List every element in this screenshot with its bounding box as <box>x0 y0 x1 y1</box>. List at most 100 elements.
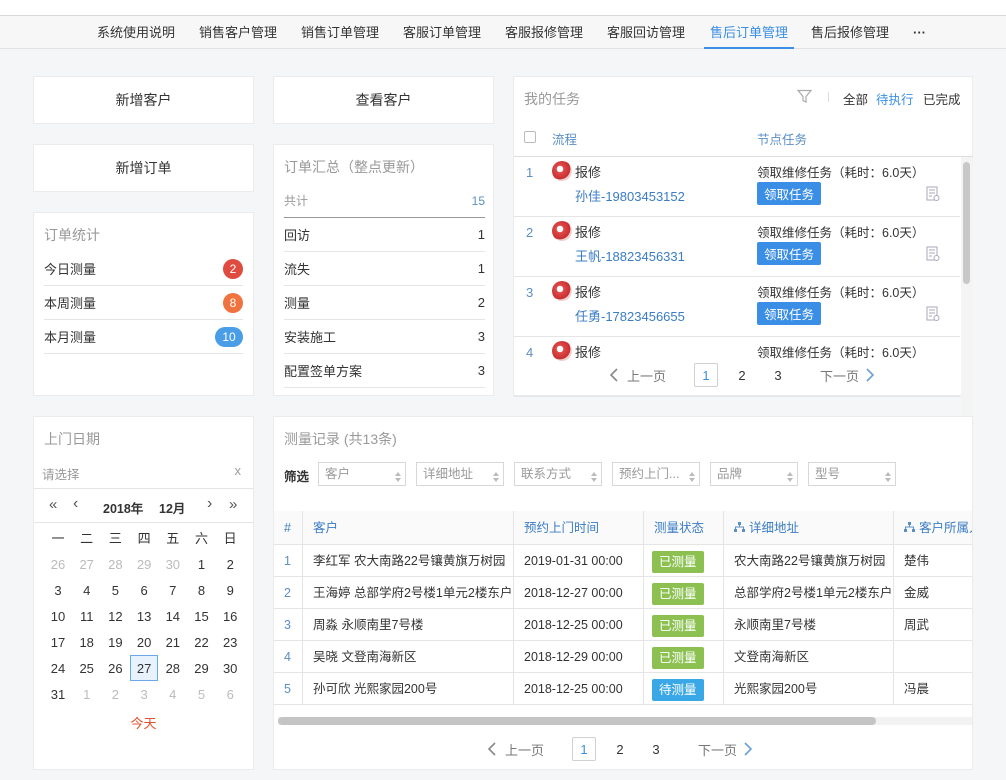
col-header-4[interactable]: 详细地址 <box>724 511 894 545</box>
cell-customer[interactable]: 李红军 农大南路22号镶黄旗万树园 <box>303 545 514 577</box>
records-prev-button[interactable]: 上一页 <box>505 740 544 759</box>
date-clear-button[interactable]: x <box>235 463 242 478</box>
nav-item-0[interactable]: 系统使用说明 <box>97 16 175 49</box>
tasks-prev-icon[interactable] <box>609 367 621 383</box>
document-icon[interactable] <box>926 186 940 202</box>
calendar-day[interactable]: 27 <box>130 655 159 681</box>
calendar-day[interactable]: 16 <box>216 603 244 629</box>
add-order-button[interactable]: 新增订单 <box>33 144 254 192</box>
next-month-button[interactable]: › <box>207 495 212 513</box>
claim-task-button[interactable]: 领取任务 <box>757 182 821 205</box>
nav-item-4[interactable]: 客服报修管理 <box>505 16 583 49</box>
calendar-day[interactable]: 6 <box>130 577 158 603</box>
nav-item-1[interactable]: 销售客户管理 <box>199 16 277 49</box>
tasks-scroll-thumb[interactable] <box>963 162 970 284</box>
col-header-0[interactable]: # <box>274 511 303 545</box>
tasks-next-icon[interactable] <box>865 367 877 383</box>
calendar-day[interactable]: 8 <box>188 577 216 603</box>
prev-year-button[interactable]: « <box>49 496 57 513</box>
calendar-day[interactable]: 2 <box>216 551 244 577</box>
tasks-next-button[interactable]: 下一页 <box>820 366 859 385</box>
calendar-day[interactable]: 4 <box>159 681 187 707</box>
records-page-2[interactable]: 2 <box>608 737 632 761</box>
filter-icon[interactable] <box>797 89 812 104</box>
col-header-1[interactable]: 客户 <box>303 511 514 545</box>
task-filter-0[interactable]: 全部 <box>843 89 868 108</box>
records-page-1[interactable]: 1 <box>572 737 597 761</box>
task-person-link[interactable]: 王帆-18823456331 <box>575 246 685 265</box>
calendar-day[interactable]: 7 <box>159 577 187 603</box>
calendar-day[interactable]: 10 <box>44 603 72 629</box>
calendar-day[interactable]: 18 <box>73 629 101 655</box>
task-row[interactable]: 2 报修 王帆-18823456331 领取维修任务（耗时：6.0天） 领取任务 <box>514 217 960 277</box>
calendar-day[interactable]: 23 <box>216 629 244 655</box>
calendar-day[interactable]: 17 <box>44 629 72 655</box>
next-year-button[interactable]: » <box>229 496 237 513</box>
calendar-day[interactable]: 1 <box>73 681 101 707</box>
task-filter-1[interactable]: 待执行 <box>876 89 914 108</box>
filter-2[interactable]: 联系方式 <box>514 462 602 486</box>
calendar-day[interactable]: 24 <box>44 655 72 681</box>
calendar-day[interactable]: 22 <box>188 629 216 655</box>
calendar-day[interactable]: 30 <box>159 551 187 577</box>
calendar-day[interactable]: 28 <box>101 551 129 577</box>
tasks-page-3[interactable]: 3 <box>766 363 790 387</box>
filter-5[interactable]: 型号 <box>808 462 896 486</box>
calendar-day[interactable]: 11 <box>73 603 101 629</box>
nav-more-button[interactable]: ··· <box>913 16 926 49</box>
tasks-scrollbar[interactable] <box>961 157 973 429</box>
nav-item-2[interactable]: 销售订单管理 <box>301 16 379 49</box>
nav-item-5[interactable]: 客服回访管理 <box>607 16 685 49</box>
calendar-day[interactable]: 19 <box>101 629 129 655</box>
calendar-day[interactable]: 3 <box>130 681 158 707</box>
document-icon[interactable] <box>926 306 940 322</box>
col-header-2[interactable]: 预约上门时间 <box>514 511 644 545</box>
add-customer-button[interactable]: 新增客户 <box>33 76 254 124</box>
nav-item-6[interactable]: 售后订单管理 <box>704 16 795 49</box>
today-button[interactable]: 今天 <box>34 713 253 732</box>
col-header-5[interactable]: 客户所属人 <box>894 511 972 545</box>
records-prev-icon[interactable] <box>487 741 499 757</box>
records-next-icon[interactable] <box>743 741 755 757</box>
records-page-3[interactable]: 3 <box>644 737 668 761</box>
select-all-checkbox[interactable] <box>524 131 536 143</box>
calendar-day[interactable]: 15 <box>188 603 216 629</box>
calendar-day[interactable]: 2 <box>101 681 129 707</box>
calendar-day[interactable]: 3 <box>44 577 72 603</box>
records-next-button[interactable]: 下一页 <box>698 740 737 759</box>
calendar-day[interactable]: 21 <box>159 629 187 655</box>
calendar-day[interactable]: 26 <box>44 551 72 577</box>
calendar-day[interactable]: 27 <box>73 551 101 577</box>
task-row[interactable]: 3 报修 任勇-17823456655 领取维修任务（耗时：6.0天） 领取任务 <box>514 277 960 337</box>
records-hscrollbar[interactable] <box>278 717 972 725</box>
task-person-link[interactable]: 孙佳-19803453152 <box>575 186 685 205</box>
calendar-day[interactable]: 12 <box>101 603 129 629</box>
date-input[interactable]: 请选择 x <box>34 459 253 489</box>
filter-3[interactable]: 预约上门... <box>612 462 700 486</box>
calendar-day[interactable]: 29 <box>188 655 216 681</box>
document-icon[interactable] <box>926 246 940 262</box>
month-select[interactable]: 12月 <box>159 498 185 517</box>
cell-customer[interactable]: 周淼 永顺南里7号楼 <box>303 609 514 641</box>
tasks-prev-button[interactable]: 上一页 <box>627 366 666 385</box>
cell-customer[interactable]: 王海婷 总部学府2号楼1单元2楼东户 <box>303 577 514 609</box>
view-customer-button[interactable]: 查看客户 <box>273 76 494 124</box>
calendar-day[interactable]: 31 <box>44 681 72 707</box>
nav-item-7[interactable]: 售后报修管理 <box>811 16 889 49</box>
tasks-page-1[interactable]: 1 <box>694 363 719 387</box>
task-person-link[interactable]: 任勇-17823456655 <box>575 306 685 325</box>
filter-1[interactable]: 详细地址 <box>416 462 504 486</box>
filter-0[interactable]: 客户 <box>318 462 406 486</box>
task-filter-2[interactable]: 已完成 <box>923 89 961 108</box>
calendar-day[interactable]: 5 <box>188 681 216 707</box>
calendar-day[interactable]: 20 <box>130 629 158 655</box>
calendar-day[interactable]: 1 <box>188 551 216 577</box>
claim-task-button[interactable]: 领取任务 <box>757 302 821 325</box>
task-row[interactable]: 1 报修 孙佳-19803453152 领取维修任务（耗时：6.0天） 领取任务 <box>514 157 960 217</box>
tasks-page-2[interactable]: 2 <box>730 363 754 387</box>
year-select[interactable]: 2018年 <box>103 498 143 517</box>
prev-month-button[interactable]: ‹ <box>73 495 78 513</box>
calendar-day[interactable]: 5 <box>101 577 129 603</box>
calendar-day[interactable]: 29 <box>130 551 158 577</box>
claim-task-button[interactable]: 领取任务 <box>757 242 821 265</box>
